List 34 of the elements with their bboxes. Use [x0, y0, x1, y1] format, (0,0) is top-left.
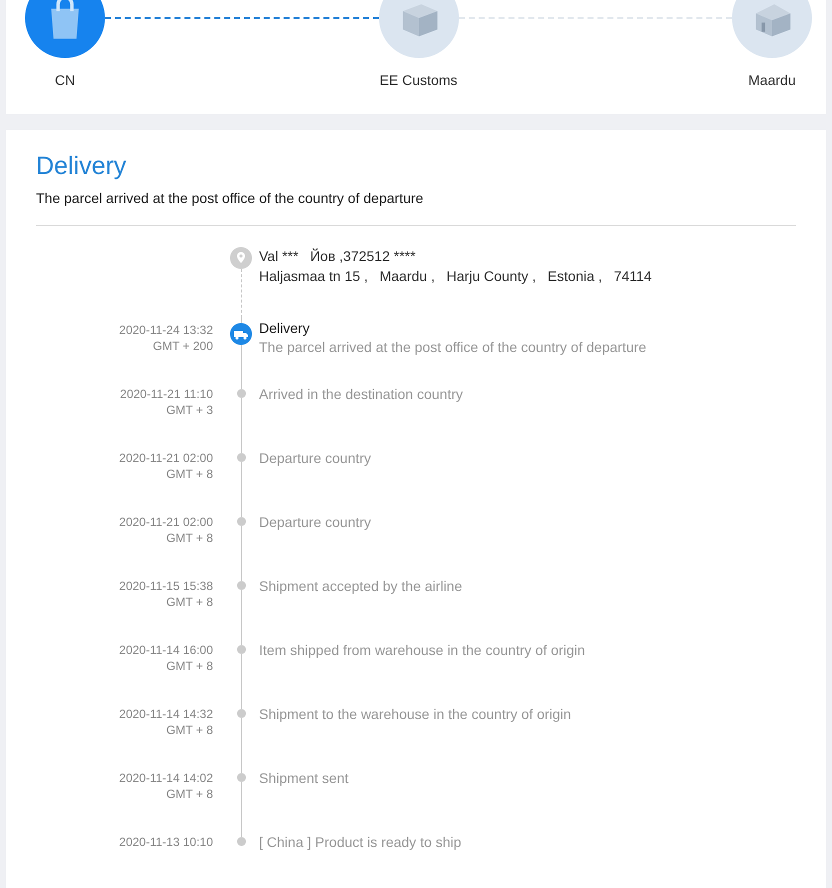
event-text: Departure country — [259, 513, 372, 532]
event-text: The parcel arrived at the post office of the country of departure — [259, 338, 648, 357]
event-time: 2020-11-15 15:38 — [118, 578, 213, 594]
event-timezone: GMT + 8 — [165, 658, 213, 674]
event-text: Shipment to the warehouse in the country of origin — [259, 705, 572, 724]
event-timezone: GMT + 200 — [152, 338, 213, 354]
section-title: Delivery — [36, 151, 128, 182]
event-time: 2020-11-14 14:32 — [118, 706, 213, 722]
event-timezone: GMT + 8 — [165, 786, 213, 802]
event-text: Arrived in the destination country — [259, 385, 464, 404]
status-text: The parcel arrived at the post office of the country of departure — [36, 190, 424, 206]
event-time: 2020-11-14 16:00 — [118, 642, 213, 658]
event-time: 2020-11-24 13:32 — [118, 322, 213, 338]
event-text: Item shipped from warehouse in the country of origin — [259, 641, 586, 660]
address-text: Haljasmaa tn 15 , Maardu , Harju County , Estonia , 74114 — [259, 267, 653, 286]
event-text: Shipment accepted by the airline — [259, 577, 464, 596]
event-timezone: GMT + 8 — [165, 466, 213, 482]
event-timezone: GMT + 8 — [165, 530, 213, 546]
event-time: 2020-11-21 02:00 — [118, 514, 213, 530]
route-step-label: CN — [54, 72, 76, 88]
event-text: [ China ] Product is ready to ship — [259, 833, 462, 852]
event-title: Delivery — [259, 319, 311, 337]
event-time: 2020-11-13 10:10 — [118, 834, 213, 850]
event-timezone: GMT + 8 — [165, 722, 213, 738]
event-text: Departure country — [259, 449, 372, 468]
event-time: 2020-11-21 02:00 — [118, 450, 213, 466]
event-timezone: GMT + 3 — [165, 402, 213, 418]
event-text: Shipment sent — [259, 769, 350, 788]
event-time: 2020-11-14 14:02 — [118, 770, 213, 786]
route-step-label: Maardu — [748, 72, 796, 88]
recipient-text: Val *** Йов ,372512 **** — [259, 247, 417, 266]
event-timezone: GMT + 8 — [165, 594, 213, 610]
route-step-label: EE Customs — [380, 72, 458, 88]
event-time: 2020-11-21 11:10 — [119, 386, 213, 402]
